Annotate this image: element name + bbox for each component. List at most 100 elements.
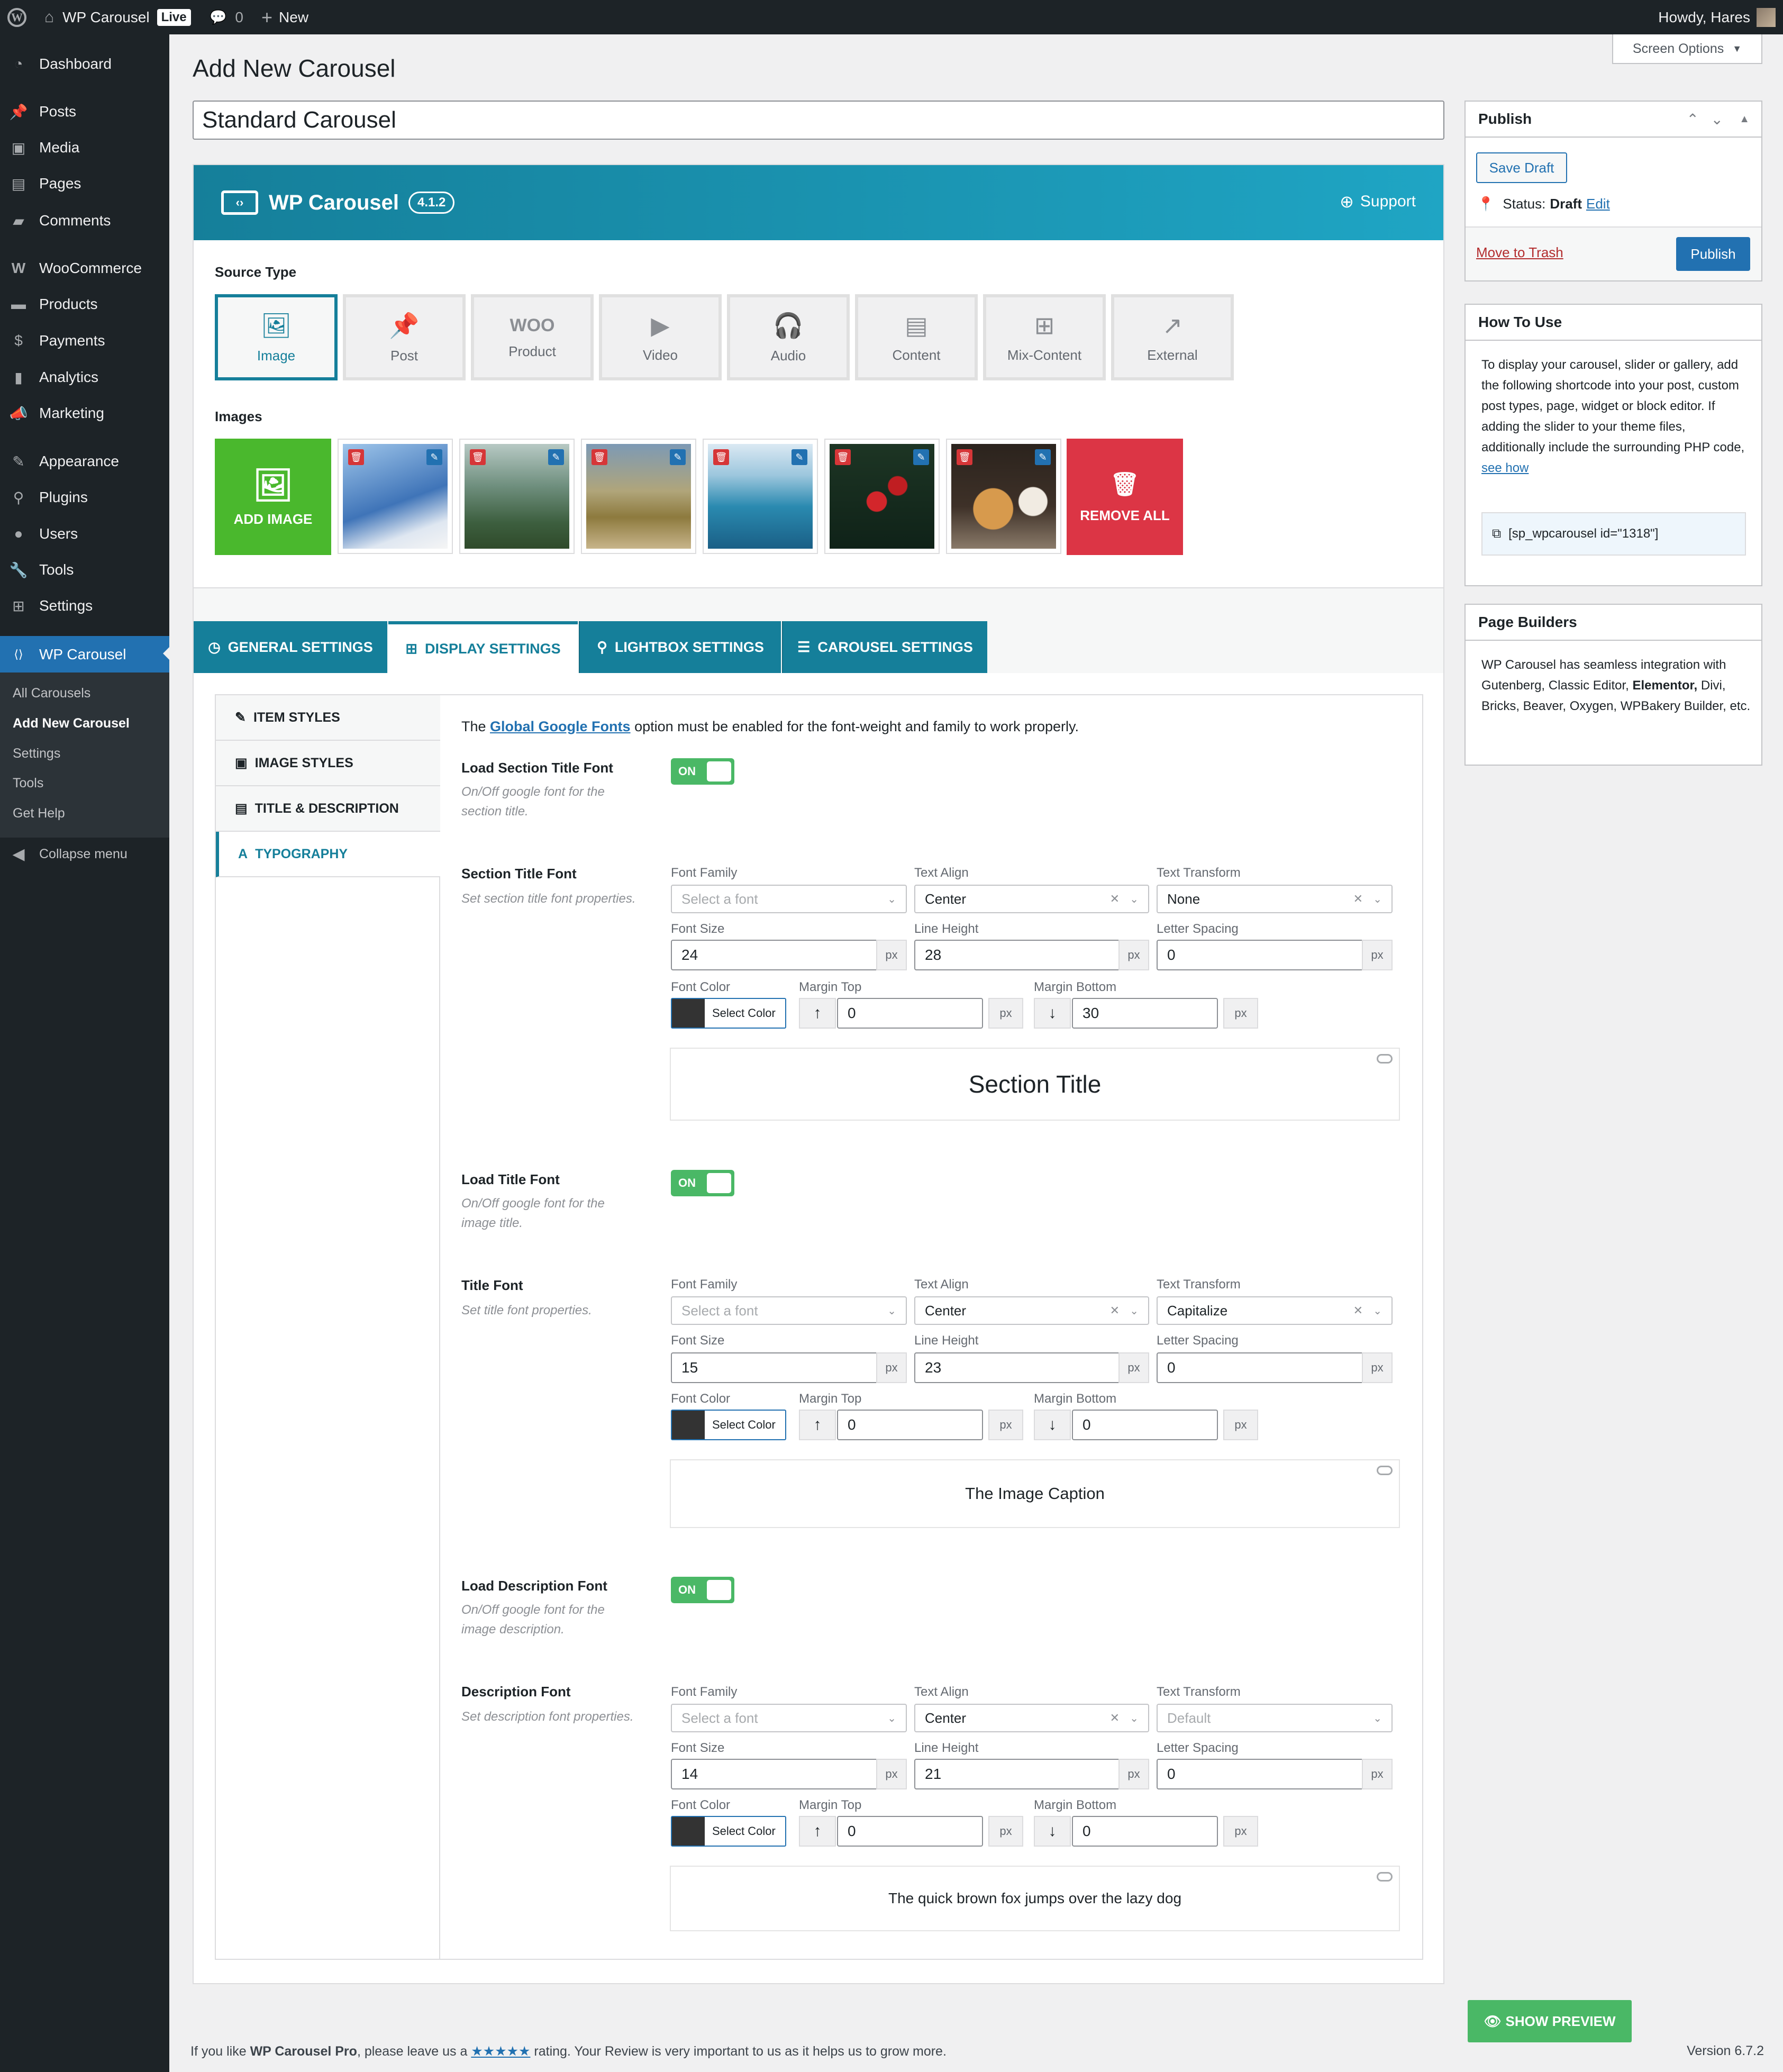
- font-size-input[interactable]: 24: [671, 940, 878, 970]
- source-type-post[interactable]: 📌 Post: [343, 294, 466, 380]
- chevron-up-icon[interactable]: ⌃: [1687, 111, 1699, 128]
- comments-link[interactable]: 💬 0: [210, 0, 243, 34]
- rating-stars-link[interactable]: ★★★★★: [471, 2044, 530, 2059]
- show-preview-button[interactable]: 👁 SHOW PREVIEW: [1468, 2000, 1632, 2042]
- global-google-fonts-link[interactable]: Global Google Fonts: [490, 719, 631, 734]
- font-color-picker[interactable]: Select Color: [671, 1816, 786, 1847]
- screen-options-button[interactable]: Screen Options ▼: [1612, 34, 1762, 64]
- font-size-input[interactable]: 15: [671, 1352, 878, 1383]
- load-description-font-toggle[interactable]: ON: [671, 1577, 734, 1603]
- submenu-settings[interactable]: Settings: [13, 746, 60, 761]
- sidebar-item-products[interactable]: ▬ Products: [0, 287, 169, 322]
- wordpress-logo-icon[interactable]: W: [7, 0, 26, 34]
- margin-top-input[interactable]: 0: [837, 998, 983, 1029]
- image-thumb[interactable]: 🗑 ✎: [459, 439, 575, 554]
- edit-icon[interactable]: ✎: [913, 449, 929, 465]
- image-thumb[interactable]: 🗑 ✎: [338, 439, 453, 554]
- sidebar-item-pages[interactable]: ▤ Pages: [0, 166, 169, 201]
- source-type-product[interactable]: WOO Product: [471, 294, 594, 380]
- delete-icon[interactable]: 🗑: [957, 449, 972, 465]
- text-align-select[interactable]: Center ✕ ⌄: [914, 1704, 1149, 1732]
- subtab-image-styles[interactable]: ▣ IMAGE STYLES: [216, 741, 440, 786]
- delete-icon[interactable]: 🗑: [592, 449, 607, 465]
- save-draft-button[interactable]: Save Draft: [1476, 152, 1567, 183]
- publish-button[interactable]: Publish: [1676, 237, 1750, 271]
- image-thumb[interactable]: 🗑 ✎: [703, 439, 818, 554]
- site-name-link[interactable]: ⌂ WP Carousel Live: [44, 0, 191, 34]
- tab-general-settings[interactable]: ◷ GENERAL SETTINGS: [194, 621, 387, 673]
- subtab-item-styles[interactable]: ✎ ITEM STYLES: [216, 695, 440, 741]
- support-link[interactable]: ⊕ Support: [1340, 192, 1416, 212]
- source-type-audio[interactable]: 🎧 Audio: [727, 294, 850, 380]
- clear-icon[interactable]: ✕: [1110, 892, 1120, 906]
- toggle-preview-icon[interactable]: [1377, 1054, 1393, 1064]
- chevron-down-icon[interactable]: ⌄: [1711, 111, 1723, 128]
- margin-bottom-input[interactable]: 30: [1072, 998, 1218, 1029]
- text-align-select[interactable]: Center ✕ ⌄: [914, 1296, 1149, 1325]
- text-transform-select[interactable]: Default ⌄: [1157, 1704, 1393, 1732]
- margin-bottom-input[interactable]: 0: [1072, 1816, 1218, 1847]
- clear-icon[interactable]: ✕: [1110, 1304, 1120, 1317]
- submenu-add-new-carousel[interactable]: Add New Carousel: [13, 716, 130, 731]
- sidebar-item-plugins[interactable]: ⚲ Plugins: [0, 480, 169, 515]
- text-transform-select[interactable]: None ✕ ⌄: [1157, 885, 1393, 913]
- collapse-menu-button[interactable]: ◀ Collapse menu: [0, 837, 169, 871]
- sidebar-item-appearance[interactable]: ✎ Appearance: [0, 444, 169, 479]
- remove-all-button[interactable]: 🗑 REMOVE ALL: [1067, 439, 1183, 555]
- margin-bottom-input[interactable]: 0: [1072, 1410, 1218, 1440]
- tab-display-settings[interactable]: ⊞ DISPLAY SETTINGS: [388, 621, 578, 673]
- subtab-title-description[interactable]: ▤ TITLE & DESCRIPTION: [216, 786, 440, 832]
- sidebar-item-users[interactable]: ● Users: [0, 516, 169, 551]
- text-transform-select[interactable]: Capitalize ✕ ⌄: [1157, 1296, 1393, 1325]
- font-size-input[interactable]: 14: [671, 1759, 878, 1789]
- edit-icon[interactable]: ✎: [426, 449, 442, 465]
- font-color-picker[interactable]: Select Color: [671, 998, 786, 1029]
- sidebar-item-marketing[interactable]: 📣 Marketing: [0, 396, 169, 431]
- edit-icon[interactable]: ✎: [670, 449, 686, 465]
- edit-icon[interactable]: ✎: [1035, 449, 1051, 465]
- new-content-link[interactable]: + New: [261, 0, 308, 34]
- source-type-video[interactable]: ▶ Video: [599, 294, 722, 380]
- letter-spacing-input[interactable]: 0: [1157, 1352, 1364, 1383]
- submenu-get-help[interactable]: Get Help: [13, 806, 65, 821]
- edit-icon[interactable]: ✎: [548, 449, 564, 465]
- sidebar-item-media[interactable]: ▣ Media: [0, 130, 169, 165]
- sidebar-item-tools[interactable]: 🔧 Tools: [0, 552, 169, 587]
- source-type-image[interactable]: 🖼 Image: [215, 294, 338, 380]
- image-thumb[interactable]: 🗑 ✎: [946, 439, 1061, 554]
- sidebar-item-dashboard[interactable]: ◔ Dashboard: [0, 47, 169, 81]
- source-type-content[interactable]: ▤ Content: [855, 294, 978, 380]
- line-height-input[interactable]: 28: [914, 940, 1122, 970]
- copy-icon[interactable]: ⧉: [1492, 526, 1501, 541]
- sidebar-item-comments[interactable]: ▰ Comments: [0, 203, 169, 238]
- load-section-title-font-toggle[interactable]: ON: [671, 758, 734, 785]
- letter-spacing-input[interactable]: 0: [1157, 1759, 1364, 1789]
- move-to-trash-link[interactable]: Move to Trash: [1476, 244, 1563, 261]
- submenu-tools[interactable]: Tools: [13, 776, 43, 791]
- post-title-input[interactable]: Standard Carousel: [193, 101, 1444, 140]
- sidebar-item-settings[interactable]: ⊞ Settings: [0, 588, 169, 623]
- shortcode-box[interactable]: ⧉ [sp_wpcarousel id="1318"]: [1481, 512, 1746, 556]
- image-thumb[interactable]: 🗑 ✎: [581, 439, 696, 554]
- margin-top-input[interactable]: 0: [837, 1816, 983, 1847]
- image-thumb[interactable]: 🗑 ✎: [824, 439, 940, 554]
- tab-lightbox-settings[interactable]: ⚲ LIGHTBOX SETTINGS: [579, 621, 781, 673]
- clear-icon[interactable]: ✕: [1110, 1711, 1120, 1725]
- font-color-picker[interactable]: Select Color: [671, 1410, 786, 1440]
- line-height-input[interactable]: 21: [914, 1759, 1122, 1789]
- font-family-select[interactable]: Select a font ⌄: [671, 885, 907, 913]
- collapse-arrow-icon[interactable]: ▲: [1739, 113, 1750, 125]
- toggle-preview-icon[interactable]: [1377, 1872, 1393, 1882]
- subtab-typography[interactable]: A TYPOGRAPHY: [216, 832, 440, 877]
- sidebar-item-woocommerce[interactable]: W WooCommerce: [0, 251, 169, 286]
- delete-icon[interactable]: 🗑: [470, 449, 486, 465]
- see-how-link[interactable]: see how: [1481, 461, 1529, 475]
- edit-icon[interactable]: ✎: [792, 449, 807, 465]
- toggle-preview-icon[interactable]: [1377, 1466, 1393, 1475]
- font-family-select[interactable]: Select a font ⌄: [671, 1704, 907, 1732]
- text-align-select[interactable]: Center ✕ ⌄: [914, 885, 1149, 913]
- tab-carousel-settings[interactable]: ☰ CAROUSEL SETTINGS: [782, 621, 987, 673]
- source-type-mix-content[interactable]: ⊞ Mix-Content: [983, 294, 1106, 380]
- line-height-input[interactable]: 23: [914, 1352, 1122, 1383]
- load-title-font-toggle[interactable]: ON: [671, 1170, 734, 1196]
